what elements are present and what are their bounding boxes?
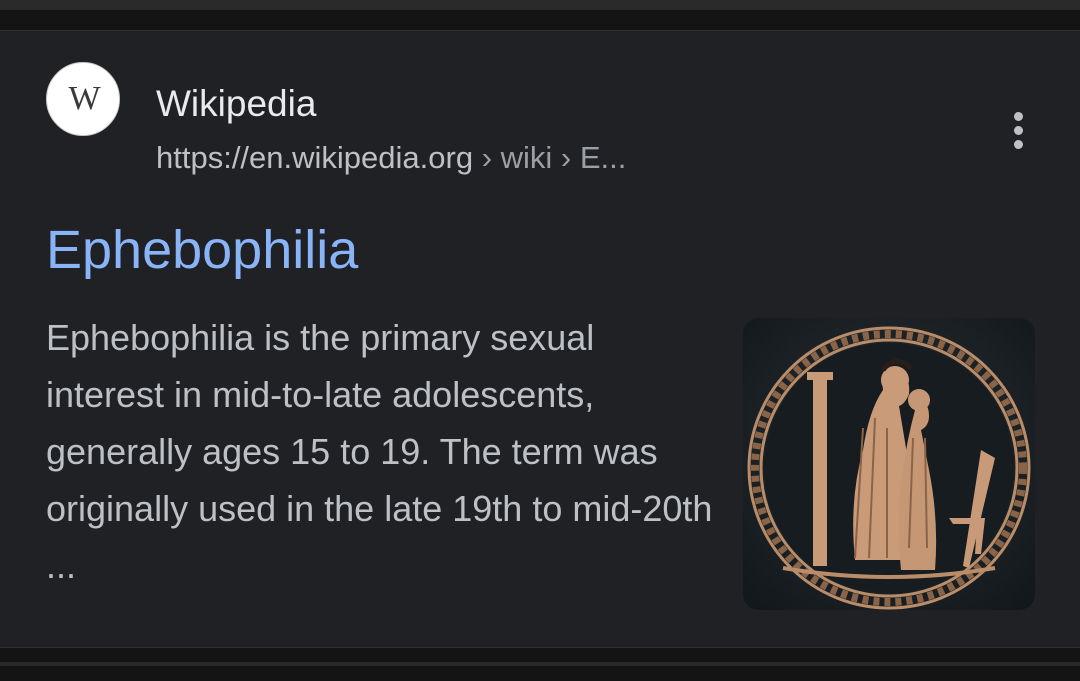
favicon-letter: W bbox=[68, 80, 100, 117]
site-url[interactable]: https://en.wikipedia.org › wiki › E... bbox=[156, 138, 626, 178]
result-title-link[interactable]: Ephebophilia bbox=[46, 218, 358, 282]
more-dot bbox=[1013, 111, 1023, 121]
next-card-edge bbox=[0, 648, 1080, 681]
divider bbox=[0, 662, 1080, 666]
wikipedia-favicon-icon[interactable]: W bbox=[46, 62, 120, 136]
more-dot bbox=[1013, 125, 1023, 135]
url-base: https://en.wikipedia.org bbox=[156, 140, 474, 175]
site-name[interactable]: Wikipedia bbox=[156, 82, 316, 126]
result-thumbnail-image[interactable] bbox=[743, 318, 1035, 610]
more-dot bbox=[1013, 139, 1023, 149]
previous-card-edge bbox=[0, 0, 1080, 10]
url-breadcrumb: › wiki › E... bbox=[473, 140, 627, 175]
card-gap bbox=[0, 10, 1080, 30]
result-snippet: Ephebophilia is the primary sexual inter… bbox=[46, 317, 713, 586]
more-vert-icon[interactable] bbox=[1000, 108, 1036, 152]
greek-pottery-image bbox=[743, 318, 1035, 610]
